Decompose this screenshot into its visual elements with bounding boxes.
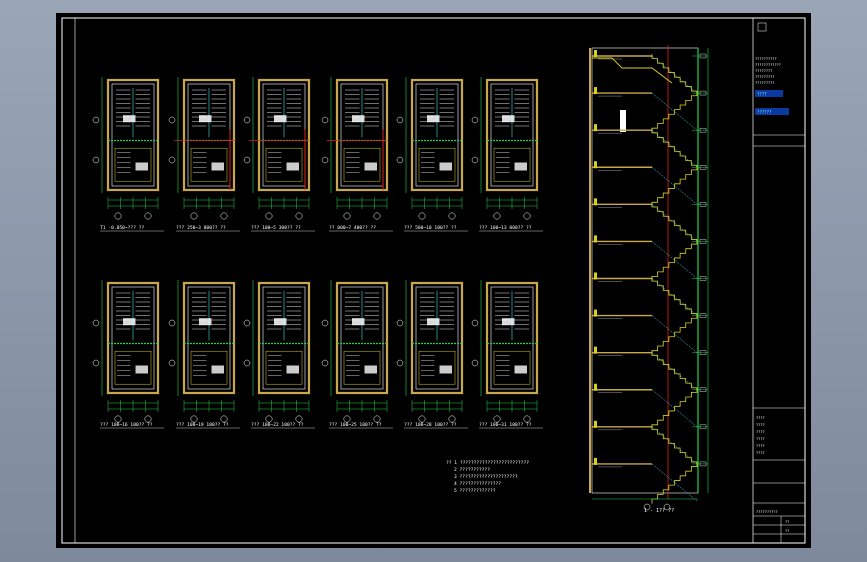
plan-label: ??? 100~22 100?? ?? bbox=[251, 422, 304, 428]
tb-footer: ?????????? bbox=[756, 510, 778, 514]
tb-row: ???? bbox=[756, 437, 765, 441]
note-line: 3 ????????????????????? bbox=[454, 474, 518, 480]
plan-label: ??? 100~5 300?? ?? bbox=[251, 225, 301, 231]
drawing-sheet: T1 -0.050~??? ?? ??? 250~3 800?? ?? ??? 10… bbox=[56, 13, 811, 548]
stair-plan: ??? 100~22 100?? ?? bbox=[243, 280, 315, 429]
tb-row: ???? bbox=[756, 423, 765, 427]
note-line: 5 ????????????? bbox=[454, 488, 496, 494]
stair-plan: ??? 100~13 000?? ?? bbox=[471, 77, 543, 232]
note-line: ?? 1 ????????????????????????? bbox=[446, 460, 529, 466]
badge-label: ?????? bbox=[757, 110, 772, 115]
stair-plan: ?? 000~7 400?? ?? bbox=[321, 77, 393, 232]
section-label: 1 - 1?? ?? bbox=[644, 508, 674, 514]
tb-row: ???? bbox=[756, 430, 765, 434]
stair-plan: ??? 100~28 100?? ?? bbox=[396, 280, 468, 429]
stair-plan: T1 -0.050~??? ?? bbox=[92, 77, 164, 232]
plan-label: ??? 100~31 100?? ?? bbox=[479, 422, 532, 428]
outer-frame bbox=[61, 17, 806, 544]
badge-label: ???? bbox=[757, 92, 767, 97]
stair-plan: ??? 250~3 800?? ?? bbox=[168, 77, 240, 232]
plan-label: ??? 100~19 100?? ?? bbox=[176, 422, 229, 428]
plan-label: ?? 000~7 400?? ?? bbox=[329, 225, 376, 231]
plan-label: ??? 100~16 100?? ?? bbox=[100, 422, 153, 428]
stair-plan: ??? 500~10 100?? ?? bbox=[396, 77, 468, 232]
plan-label: ??? 500~10 100?? ?? bbox=[404, 225, 457, 231]
stair-plan: ??? 100~5 300?? ?? bbox=[243, 77, 315, 232]
stair-plan: ??? 100~31 100?? ?? bbox=[471, 280, 543, 429]
tb-row: ???? bbox=[756, 416, 765, 420]
tb-line: ???????? bbox=[755, 69, 772, 73]
tb-line: ????????? bbox=[755, 81, 774, 85]
stair-plan: ??? 100~16 100?? ?? bbox=[92, 280, 164, 429]
plan-label: ??? 100~28 100?? ?? bbox=[404, 422, 457, 428]
tb-line: ???????????? bbox=[755, 63, 781, 67]
floor-plans-group: T1 -0.050~??? ?? ??? 250~3 800?? ?? ??? 10… bbox=[92, 77, 543, 429]
logo-icon bbox=[757, 22, 767, 32]
plan-label: ??? 100~25 100?? ?? bbox=[329, 422, 382, 428]
plan-label: ??? 100~13 000?? ?? bbox=[479, 225, 532, 231]
general-notes: ?? 1 ????????????????????????? 2 ???????… bbox=[446, 460, 529, 494]
note-line: 2 ??????????? bbox=[454, 467, 490, 473]
plan-label: ??? 250~3 800?? ?? bbox=[176, 225, 226, 231]
tb-code: ?? bbox=[785, 520, 789, 524]
tb-row: ???? bbox=[756, 444, 765, 448]
note-line: 4 ??????????????? bbox=[454, 481, 501, 487]
stair-plan: ??? 100~19 100?? ?? bbox=[168, 280, 240, 429]
cad-viewport[interactable]: T1 -0.050~??? ?? ??? 250~3 800?? ?? ??? 10… bbox=[0, 0, 867, 562]
stair-plan: ??? 100~25 100?? ?? bbox=[321, 280, 393, 429]
stair-drawing: T1 -0.050~??? ?? ??? 250~3 800?? ?? ??? 10… bbox=[61, 17, 806, 544]
section-view bbox=[589, 45, 709, 511]
tb-row: ???? bbox=[756, 451, 765, 455]
title-block: ?????????? ???????????? ???????? ???????… bbox=[752, 18, 805, 543]
tb-line: ?????????? bbox=[755, 57, 777, 61]
tb-sheet-no: ?? bbox=[785, 529, 789, 533]
plan-label: T1 -0.050~??? ?? bbox=[100, 225, 144, 231]
tb-line: ????????? bbox=[755, 75, 774, 79]
